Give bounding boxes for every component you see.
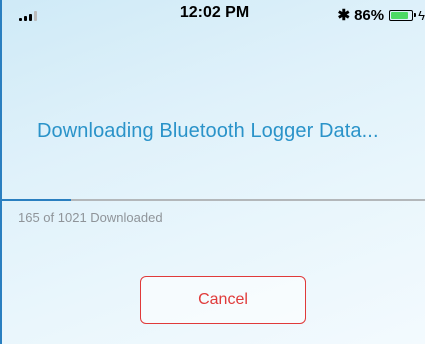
- bluetooth-icon: ✱: [337, 7, 351, 24]
- download-progress-label: 165 of 1021 Downloaded: [18, 210, 163, 225]
- battery-icon: [389, 9, 414, 21]
- battery-cap: [414, 13, 417, 17]
- status-bar: 12:02 PM ✱ 86% ϟ: [2, 0, 425, 30]
- download-title: Downloading Bluetooth Logger Data...: [37, 120, 379, 142]
- battery-percent: 86%: [354, 6, 385, 24]
- download-screen: 12:02 PM ✱ 86% ϟ Downloading Bluetooth L…: [0, 0, 425, 344]
- download-progress-bar: [2, 199, 425, 201]
- charging-bolt-icon: ϟ: [418, 7, 425, 23]
- status-indicators: ✱ 86% ϟ: [338, 4, 425, 26]
- cancel-button[interactable]: Cancel: [140, 276, 306, 324]
- download-progress-fill: [2, 199, 71, 201]
- battery-level: [391, 11, 409, 19]
